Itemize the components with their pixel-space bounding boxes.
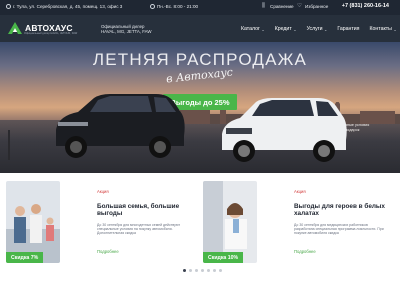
promo-card[interactable]: Скидка 7% Акция Большая семья, большие в… <box>6 181 196 263</box>
discount-badge: Скидка 7% <box>6 252 44 263</box>
menu-item-label: Каталог <box>241 26 260 32</box>
carousel-dot[interactable] <box>183 269 186 272</box>
compare-label: Сравнение <box>270 4 294 9</box>
promo-description: До 30 сентября для многодетных семей дей… <box>97 223 181 236</box>
promo-more-link[interactable]: Подробнее <box>97 249 119 254</box>
doctor-photo-image <box>203 181 257 263</box>
favorites-label: Избранное <box>305 4 329 9</box>
phone-number[interactable]: +7 (831) 260-16-14 <box>342 3 389 9</box>
carousel-dot[interactable] <box>201 269 204 272</box>
address[interactable]: г. Тула, ул. Серебровская, д. 45, помещ.… <box>6 4 122 9</box>
main-navbar: АВТОХАУС Официальный дилер HAVAL, JETOUR… <box>0 15 400 42</box>
promo-photo-family: Скидка 7% <box>6 181 60 263</box>
carousel-dot[interactable] <box>213 269 216 272</box>
compare-icon: ⫼ <box>262 3 265 9</box>
promo-card[interactable]: Скидка 10% Акция Выгоды для героев в бел… <box>203 181 393 263</box>
carousel-dot[interactable] <box>207 269 210 272</box>
location-pin-icon <box>6 4 11 9</box>
promo-title[interactable]: Выгоды для героев в белых халатах <box>294 203 389 218</box>
working-hours: Пн.-Вс. 8:00 - 21:00 <box>150 4 198 9</box>
chevron-down-icon: ⌄ <box>324 26 328 32</box>
menu-item-label: Контакты <box>369 26 392 32</box>
black-suv-image <box>56 94 185 158</box>
promo-tag: Акция <box>294 189 306 194</box>
carousel-pager <box>183 269 222 272</box>
promo-tag: Акция <box>97 189 109 194</box>
menu-item-label: Кредит <box>274 26 292 32</box>
dealer-info: Официальный дилер HAVAL, MG, JETTA, FAW <box>101 24 152 35</box>
menu-item-contacts[interactable]: Контакты ⌄ <box>370 26 397 32</box>
logo-subtitle: Официальный дилер HAVAL, JETOUR, FAW <box>24 32 78 35</box>
hours-text: Пн.-Вс. 8:00 - 21:00 <box>157 4 199 9</box>
family-photo-image <box>6 181 60 263</box>
clock-icon <box>150 4 155 9</box>
compare-link[interactable]: ⫼ Сравнение <box>262 3 294 9</box>
main-menu: Каталог ⌄ Кредит ⌄ Услуги ⌄ Гарантия Кон… <box>241 26 397 32</box>
logo-mark-icon <box>8 22 22 34</box>
menu-item-services[interactable]: Услуги ⌄ <box>307 26 328 32</box>
address-text: г. Тула, ул. Серебровская, д. 45, помещ.… <box>13 4 123 9</box>
promo-description: До 30 сентября для медицинских работнико… <box>294 223 384 236</box>
favorites-link[interactable]: ♡ Избранное <box>297 3 329 9</box>
dealer-line-2: HAVAL, MG, JETTA, FAW <box>101 29 152 35</box>
chevron-down-icon: ⌄ <box>261 26 265 32</box>
menu-item-warranty[interactable]: Гарантия <box>337 26 359 32</box>
menu-item-label: Услуги <box>306 26 323 32</box>
chevron-down-icon: ⌄ <box>293 26 297 32</box>
chevron-down-icon: ⌄ <box>393 26 397 32</box>
menu-item-label: Гарантия <box>337 26 360 32</box>
promo-title[interactable]: Большая семья, большие выгоды <box>97 203 192 218</box>
white-suv-image <box>222 98 347 162</box>
hero-title: ЛЕТНЯЯ РАСПРОДАЖА <box>92 50 308 69</box>
top-info-bar: г. Тула, ул. Серебровская, д. 45, помещ.… <box>0 0 400 15</box>
carousel-dot[interactable] <box>219 269 222 272</box>
promo-photo-doctor: Скидка 10% <box>203 181 257 263</box>
hero-banner[interactable]: ЛЕТНЯЯ РАСПРОДАЖА в Автохаус Выгоды до 2… <box>0 42 400 173</box>
discount-badge: Скидка 10% <box>203 252 244 263</box>
carousel-dot[interactable] <box>195 269 198 272</box>
carousel-dot[interactable] <box>189 269 192 272</box>
heart-icon: ♡ <box>297 3 302 9</box>
menu-item-catalog[interactable]: Каталог ⌄ <box>241 26 265 32</box>
menu-item-credit[interactable]: Кредит ⌄ <box>275 26 297 32</box>
street-lamp <box>8 130 10 160</box>
promo-more-link[interactable]: Подробнее <box>294 249 316 254</box>
